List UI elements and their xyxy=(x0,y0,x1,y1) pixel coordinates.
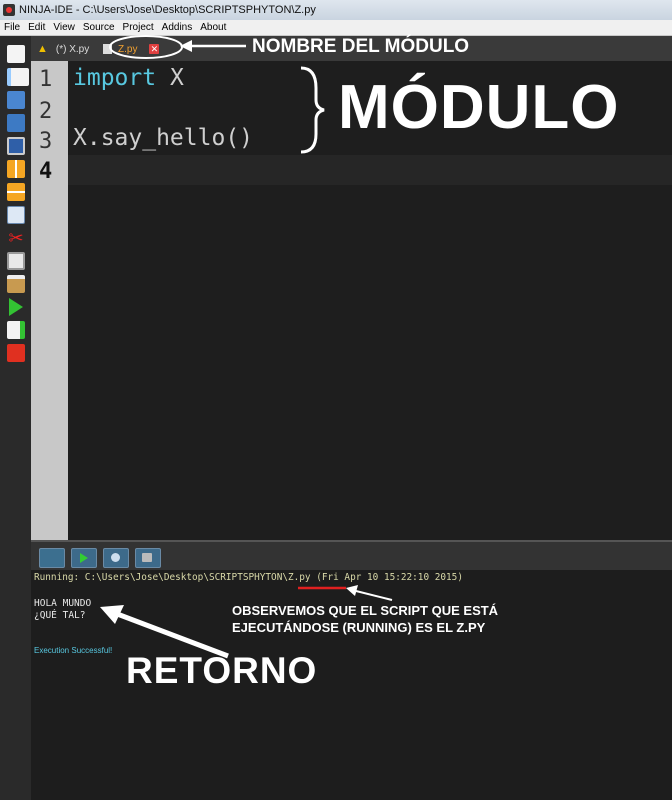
file-icon xyxy=(103,44,113,54)
line-number-current: 4 xyxy=(39,159,53,184)
current-line-highlight xyxy=(68,155,672,185)
stop-icon[interactable] xyxy=(7,344,25,362)
menu-bar: File Edit View Source Project Addins Abo… xyxy=(0,20,672,36)
open-project-icon[interactable] xyxy=(7,114,25,132)
copy-icon[interactable] xyxy=(7,252,25,270)
menu-project[interactable]: Project xyxy=(119,22,158,33)
code-line-1: import X xyxy=(73,65,184,91)
tab-label: (*) X.py xyxy=(55,43,90,55)
paste-icon[interactable] xyxy=(7,275,25,293)
misc-panel-toolbar xyxy=(31,540,672,572)
tab-label: Z.py xyxy=(118,43,138,55)
new-file-icon[interactable] xyxy=(7,45,25,63)
new-project-icon[interactable] xyxy=(7,68,29,86)
menu-edit[interactable]: Edit xyxy=(24,22,49,33)
menu-file[interactable]: File xyxy=(0,22,24,33)
title-bar: NINJA-IDE - C:\Users\Jose\Desktop\SCRIPT… xyxy=(0,0,672,21)
save-icon[interactable] xyxy=(7,137,25,155)
ninja-ide-logo-icon xyxy=(3,4,15,16)
main-toolbar: ✂ xyxy=(0,36,32,800)
code-keyword: import xyxy=(73,65,157,91)
code-text: X xyxy=(156,65,184,91)
menu-view[interactable]: View xyxy=(49,22,79,33)
code-line-3: X.say_hello() xyxy=(73,125,253,151)
line-number: 2 xyxy=(39,99,53,124)
console-icon[interactable] xyxy=(39,548,65,568)
split-horizontal-icon[interactable] xyxy=(7,160,25,178)
code-text: X.say_hello() xyxy=(73,125,254,151)
open-file-icon[interactable] xyxy=(7,91,25,109)
line-number: 1 xyxy=(39,67,53,92)
menu-about[interactable]: About xyxy=(196,22,230,33)
running-line: Running: C:\Users\Jose\Desktop\SCRIPTSPH… xyxy=(34,572,463,583)
menu-source[interactable]: Source xyxy=(79,22,119,33)
find-in-files-icon[interactable] xyxy=(135,548,161,568)
module-name-annotation: NOMBRE DEL MÓDULO xyxy=(252,36,470,57)
tab-z-py[interactable]: Z.py ✕ xyxy=(118,39,160,59)
find-replace-icon[interactable] xyxy=(7,206,25,224)
window-title: NINJA-IDE - C:\Users\Jose\Desktop\SCRIPT… xyxy=(19,4,316,16)
run-file-icon[interactable] xyxy=(7,321,25,339)
tab-x-py[interactable]: ▲ (*) X.py xyxy=(37,39,113,59)
execution-status: Execution Successful! xyxy=(34,646,113,655)
split-vertical-icon[interactable] xyxy=(7,183,25,201)
line-number-gutter: 1 2 3 4 xyxy=(31,61,68,540)
module-annotation: MÓDULO xyxy=(338,73,620,142)
return-annotation: RETORNO xyxy=(126,650,318,691)
run-project-icon[interactable] xyxy=(9,298,23,316)
warning-icon: ▲ xyxy=(37,43,48,55)
observe-annotation-line2: EJECUTÁNDOSE (RUNNING) ES EL Z.PY xyxy=(232,620,486,635)
line-number: 3 xyxy=(39,129,53,154)
output-line: HOLA MUNDO xyxy=(34,598,92,609)
web-preview-icon[interactable] xyxy=(103,548,129,568)
menu-addins[interactable]: Addins xyxy=(158,22,197,33)
cut-icon[interactable]: ✂ xyxy=(7,229,25,247)
output-line: ¿QUÉ TAL? xyxy=(34,610,86,621)
close-icon[interactable]: ✕ xyxy=(149,44,160,54)
run-output-icon[interactable] xyxy=(71,548,97,568)
observe-annotation-line1: OBSERVEMOS QUE EL SCRIPT QUE ESTÁ xyxy=(232,603,499,618)
